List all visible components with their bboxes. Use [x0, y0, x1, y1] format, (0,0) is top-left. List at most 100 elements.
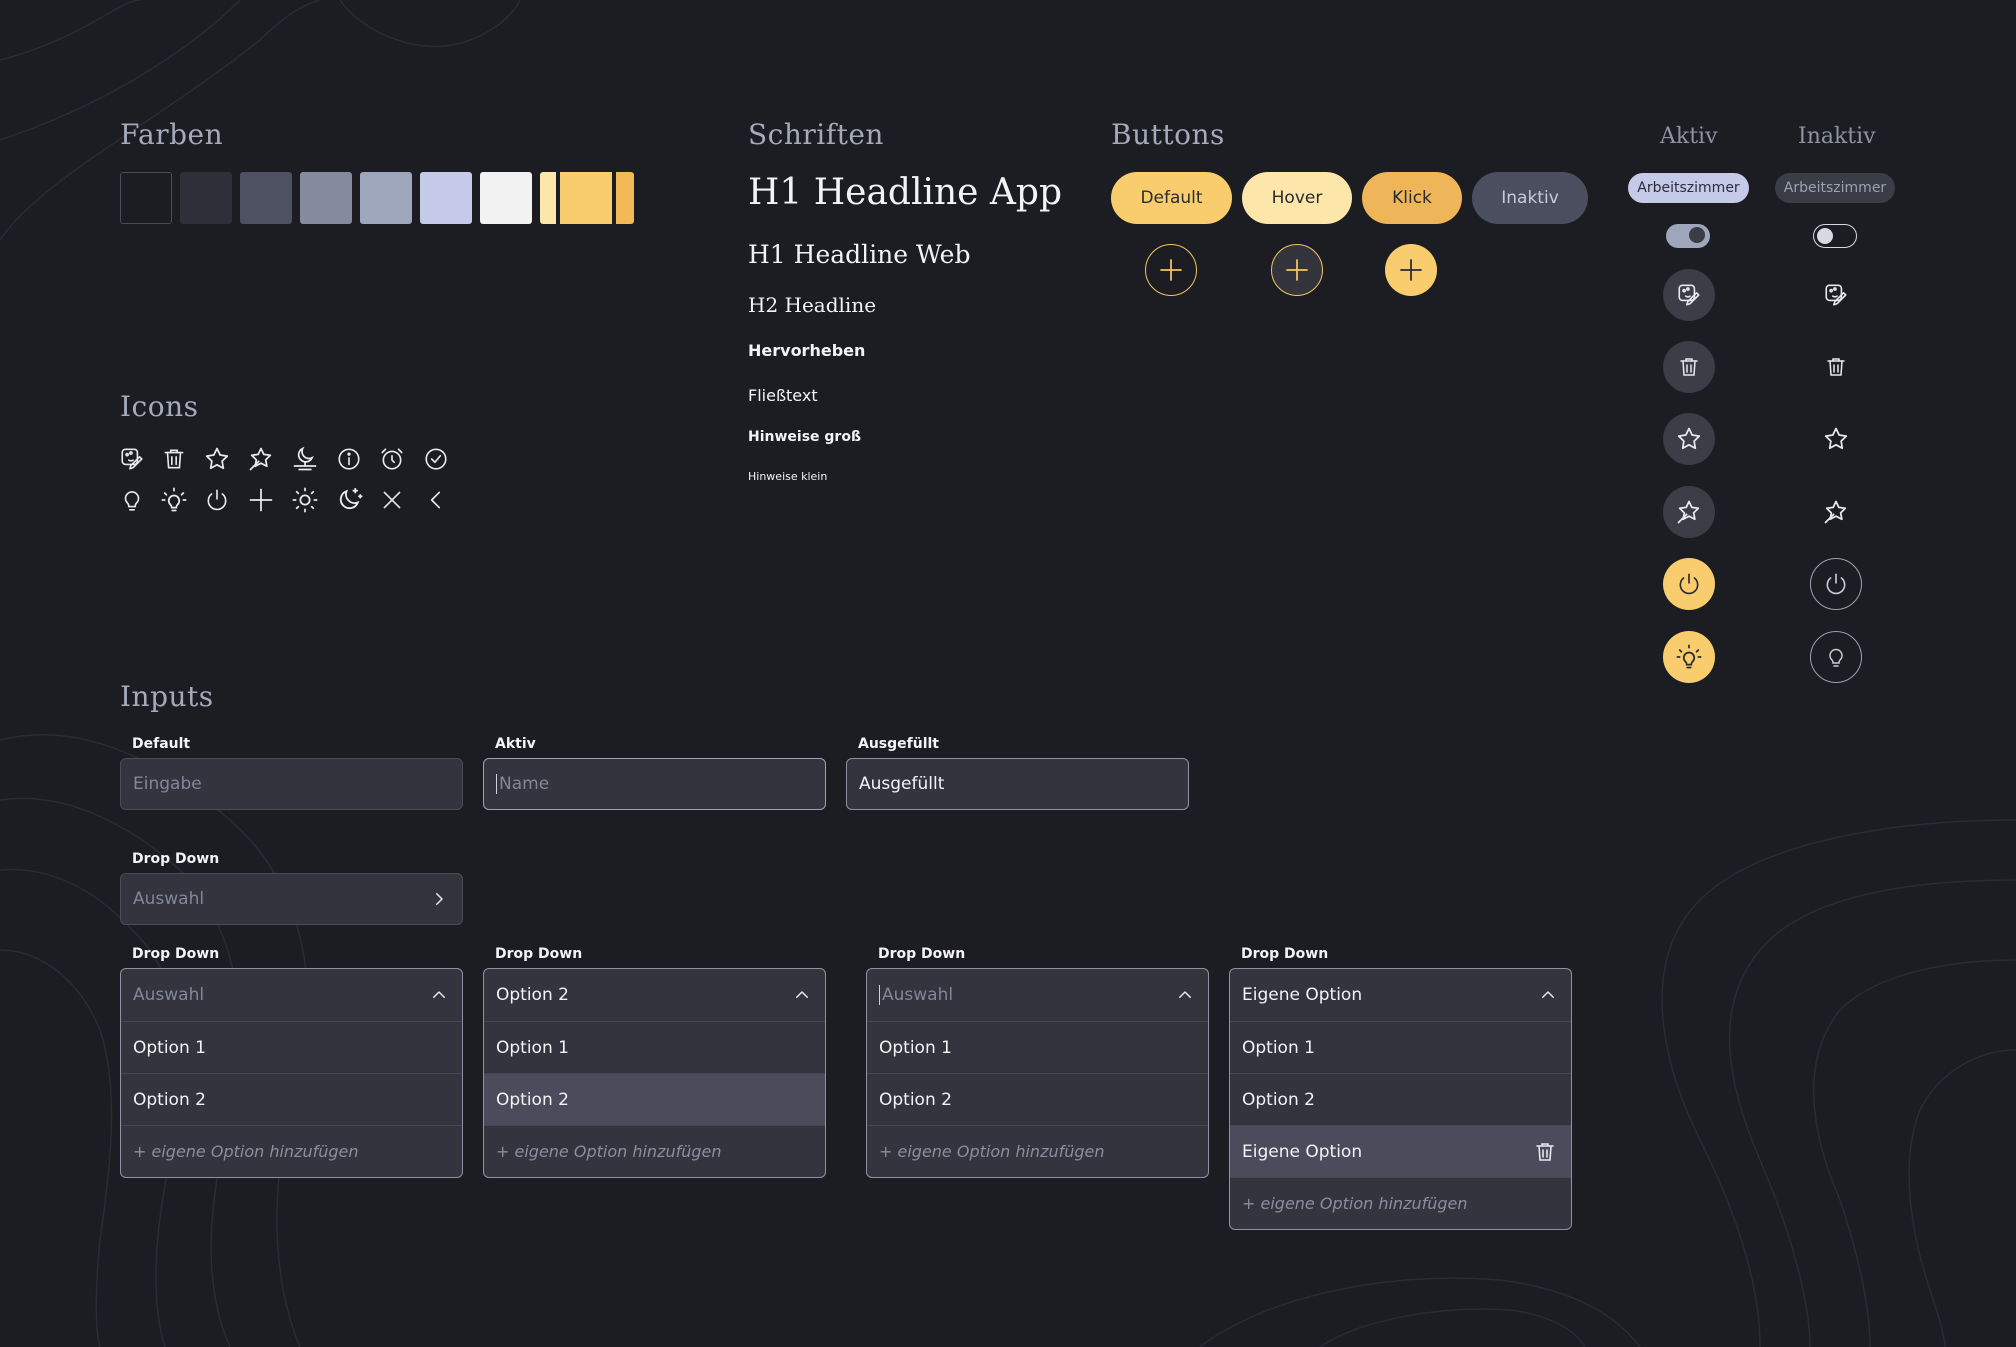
- inaktiv-button[interactable]: Inaktiv: [1472, 172, 1588, 224]
- filled-input-value: Ausgefüllt: [859, 774, 945, 794]
- dropdown-option-label: Option 1: [879, 1037, 952, 1058]
- sun-icon: [290, 485, 320, 515]
- add-custom-option[interactable]: + eigene Option hinzufügen: [1230, 1177, 1571, 1229]
- color-swatch: [420, 172, 472, 224]
- plus-icon: [246, 485, 276, 515]
- chevron-up-icon: [1542, 991, 1554, 998]
- close-icon: [377, 485, 407, 515]
- active-input-placeholder: Name: [499, 774, 550, 794]
- dropdown-option[interactable]: Option 2: [867, 1073, 1208, 1125]
- moon-stars-icon: [334, 485, 364, 515]
- dropdown-header[interactable]: Auswahl: [867, 969, 1208, 1021]
- star-button-active[interactable]: [1663, 413, 1715, 465]
- default-button[interactable]: Default: [1111, 172, 1232, 224]
- trash-button-active[interactable]: [1663, 341, 1715, 393]
- star-button-inactive[interactable]: [1810, 413, 1862, 465]
- dropdown-label: Drop Down: [132, 851, 220, 867]
- dropdown-option[interactable]: Option 1: [484, 1021, 825, 1073]
- room-chip-inactive[interactable]: Arbeitszimmer: [1775, 173, 1895, 203]
- add-custom-option[interactable]: + eigene Option hinzufügen: [867, 1125, 1208, 1177]
- dropdown-header-text: Eigene Option: [1242, 985, 1363, 1005]
- section-title-inputs: Inputs: [120, 680, 214, 713]
- color-swatch: [120, 172, 172, 224]
- dropdown-header[interactable]: Eigene Option: [1230, 969, 1571, 1021]
- dropdown-header-text: Auswahl: [133, 985, 205, 1005]
- room-chip-active[interactable]: Arbeitszimmer: [1628, 173, 1749, 203]
- palette-icon: [1825, 284, 1847, 306]
- active-input[interactable]: Name: [483, 758, 826, 810]
- filled-input[interactable]: Ausgefüllt: [846, 758, 1189, 810]
- klick-button[interactable]: Klick: [1362, 172, 1462, 224]
- type-sample-hinweise-gross: Hinweise groß: [748, 429, 862, 445]
- text-caret: [496, 774, 497, 794]
- add-button-hover[interactable]: [1271, 244, 1323, 296]
- type-sample-fliesstext: Fließtext: [748, 386, 818, 405]
- dropdown-label: Drop Down: [132, 946, 220, 962]
- dropdown-option-selected[interactable]: Eigene Option: [1230, 1125, 1571, 1177]
- dropdown-header[interactable]: Option 2: [484, 969, 825, 1021]
- dropdown-option-label: Option 1: [133, 1037, 206, 1058]
- input-label-ausgefuellt: Ausgefüllt: [858, 736, 939, 752]
- dropdown-option-selected[interactable]: Option 2: [484, 1073, 825, 1125]
- plus-icon: [1286, 259, 1308, 281]
- color-swatch: [616, 172, 634, 224]
- magic-star-icon: [246, 444, 276, 474]
- chevron-up-icon: [1179, 991, 1191, 998]
- magic-star-button-active[interactable]: [1663, 486, 1715, 538]
- magic-star-button-inactive[interactable]: [1810, 486, 1862, 538]
- dropdown-header[interactable]: Auswahl: [121, 969, 462, 1021]
- column-title-inaktiv: Inaktiv: [1798, 124, 1876, 149]
- plus-icon: [1400, 259, 1422, 281]
- dropdown-open: Option 2 Option 1 Option 2 + eigene Opti…: [483, 968, 826, 1178]
- add-custom-option-label: + eigene Option hinzufügen: [133, 1142, 359, 1161]
- dropdown-label: Drop Down: [1241, 946, 1329, 962]
- default-input[interactable]: Eingabe: [120, 758, 463, 810]
- dropdown-placeholder: Auswahl: [133, 889, 205, 909]
- power-button-active[interactable]: [1663, 558, 1715, 610]
- bulb-on-icon: [1676, 644, 1702, 669]
- toggle-inactive[interactable]: [1813, 224, 1857, 248]
- dropdown-option[interactable]: Option 2: [121, 1073, 462, 1125]
- trash-icon[interactable]: [1533, 1140, 1557, 1164]
- dropdown-option-label: Option 2: [496, 1089, 569, 1110]
- palette-button-active[interactable]: [1663, 269, 1715, 321]
- dropdown-open: Auswahl Option 1 Option 2 + eigene Optio…: [120, 968, 463, 1178]
- palette-icon: [1678, 284, 1700, 306]
- type-sample-h1-web: H1 Headline Web: [748, 240, 971, 269]
- power-icon: [202, 485, 232, 515]
- default-input-placeholder: Eingabe: [133, 774, 202, 794]
- dropdown-label: Drop Down: [495, 946, 583, 962]
- dropdown-option[interactable]: Option 2: [1230, 1073, 1571, 1125]
- add-button-default[interactable]: [1145, 244, 1197, 296]
- add-button-klick[interactable]: [1385, 244, 1437, 296]
- dropdown-option[interactable]: Option 1: [121, 1021, 462, 1073]
- section-title-schriften: Schriften: [748, 118, 884, 151]
- power-button-inactive[interactable]: [1810, 558, 1862, 610]
- trash-button-inactive[interactable]: [1810, 341, 1862, 393]
- bulb-button-inactive[interactable]: [1810, 631, 1862, 683]
- info-icon: [334, 444, 364, 474]
- star-icon: [202, 444, 232, 474]
- dropdown-option-label: Option 2: [879, 1089, 952, 1110]
- dropdown-option-label: Eigene Option: [1242, 1141, 1363, 1162]
- color-swatch: [300, 172, 352, 224]
- add-custom-option-label: + eigene Option hinzufügen: [496, 1142, 722, 1161]
- hover-button[interactable]: Hover: [1242, 172, 1352, 224]
- dropdown-option[interactable]: Option 1: [1230, 1021, 1571, 1073]
- palette-button-inactive[interactable]: [1810, 269, 1862, 321]
- chevron-right-icon: [436, 893, 443, 905]
- chevron-up-icon: [796, 991, 808, 998]
- color-swatch: [240, 172, 292, 224]
- bulb-button-active[interactable]: [1663, 631, 1715, 683]
- color-swatch: [360, 172, 412, 224]
- add-custom-option[interactable]: + eigene Option hinzufügen: [484, 1125, 825, 1177]
- section-title-buttons: Buttons: [1111, 118, 1225, 151]
- dropdown-option[interactable]: Option 1: [867, 1021, 1208, 1073]
- dropdown-closed[interactable]: Auswahl: [120, 873, 463, 925]
- star-icon: [1677, 427, 1701, 450]
- dropdown-open: Auswahl Option 1 Option 2 + eigene Optio…: [866, 968, 1209, 1178]
- color-swatch: [480, 172, 532, 224]
- toggle-active[interactable]: [1666, 224, 1710, 248]
- dropdown-option-label: Option 1: [496, 1037, 569, 1058]
- add-custom-option[interactable]: + eigene Option hinzufügen: [121, 1125, 462, 1177]
